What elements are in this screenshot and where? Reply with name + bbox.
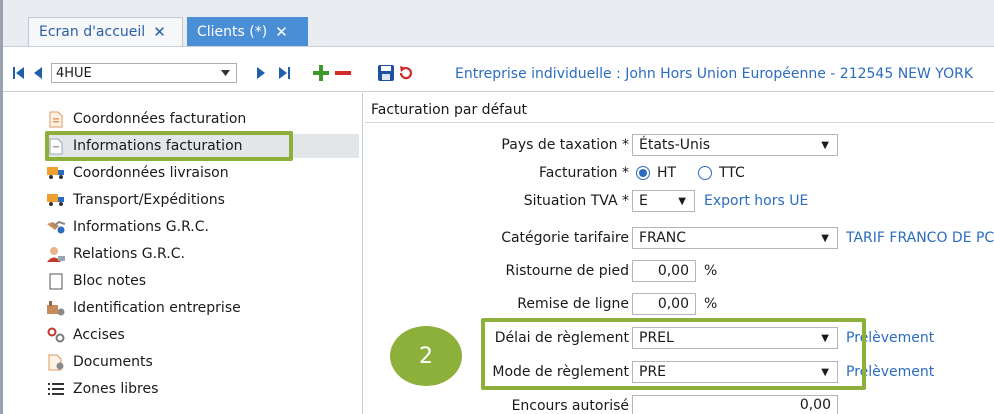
factory-icon [47, 299, 65, 317]
save-icon [378, 65, 394, 81]
tab-label: Clients (*) [197, 23, 268, 40]
sidebar-item-label: Documents [73, 354, 153, 370]
sidebar-item-bloc-notes[interactable]: Bloc notes [47, 269, 146, 293]
list-icon [47, 380, 65, 398]
ristourne-pied-input[interactable]: 0,00 [632, 260, 696, 282]
step-badge: 2 [390, 326, 462, 386]
next-icon [257, 67, 265, 79]
encours-autorise-input[interactable]: 0,00 [632, 395, 838, 414]
note-icon [47, 272, 65, 290]
next-record-button[interactable] [251, 62, 271, 84]
situation-tva-value: E [639, 193, 648, 209]
record-value: 4HUE [56, 65, 92, 81]
sidebar-item-label: Informations G.R.C. [73, 219, 209, 235]
section-title: Facturation par défaut [371, 102, 528, 118]
sidebar-item-label: Transport/Expéditions [73, 192, 225, 208]
minus-icon [335, 71, 351, 75]
remise-ligne-value: 0,00 [657, 296, 689, 312]
previous-icon [34, 67, 42, 79]
user-icon [47, 245, 65, 263]
last-record-button[interactable] [274, 62, 294, 84]
sidebar-item-label: Bloc notes [73, 273, 147, 289]
panel-divider [362, 93, 363, 414]
radio-label-ttc: TTC [719, 165, 745, 181]
first-icon [13, 67, 24, 79]
sidebar-item-accises[interactable]: Accises [47, 323, 125, 347]
situation-tva-label: Situation TVA * [523, 193, 629, 209]
close-icon[interactable]: ✕ [275, 23, 288, 41]
undo-icon [399, 66, 413, 80]
categorie-tarifaire-label: Catégorie tarifaire [501, 230, 629, 246]
chevron-down-icon: ▼ [678, 195, 686, 207]
previous-record-button[interactable] [28, 62, 48, 84]
delete-button[interactable] [333, 62, 353, 84]
remise-percent: % [704, 296, 718, 312]
tab-ecran-accueil[interactable]: Ecran d'accueil ✕ [28, 17, 183, 46]
ristourne-pied-value: 0,00 [657, 263, 689, 279]
tab-label: Ecran d'accueil [39, 24, 146, 40]
highlight-box-informations-facturation [45, 131, 293, 161]
sidebar-item-coordonnees-facturation[interactable]: Coordonnées facturation [47, 107, 246, 131]
record-selector[interactable]: 4HUE [51, 63, 237, 83]
gears-icon [47, 326, 65, 344]
sidebar-item-documents[interactable]: Documents [47, 350, 153, 374]
remise-ligne-input[interactable]: 0,00 [632, 293, 696, 315]
first-record-button[interactable] [9, 62, 29, 84]
sidebar-item-label: Zones libres [73, 381, 159, 397]
facturation-radio-ttc[interactable]: TTC [698, 165, 745, 181]
chevron-down-icon: ▼ [821, 232, 829, 244]
categorie-tarifaire-select[interactable]: FRANC ▼ [632, 227, 838, 249]
ristourne-pied-label: Ristourne de pied [505, 263, 629, 279]
save-button[interactable] [376, 62, 396, 84]
entreprise-label: Entreprise individuelle : John Hors Unio… [455, 66, 974, 82]
situation-tva-select[interactable]: E ▼ [632, 190, 695, 212]
sidebar-item-coordonnees-livraison[interactable]: Coordonnées livraison [47, 161, 229, 185]
radio-unselected-icon [698, 166, 712, 180]
sidebar-item-zones-libres[interactable]: Zones libres [47, 377, 158, 401]
radio-selected-icon [636, 166, 650, 180]
sidebar-item-label: Relations G.R.C. [73, 246, 185, 262]
categorie-tarifaire-link[interactable]: TARIF FRANCO DE PC [846, 230, 994, 246]
sidebar-item-transport-expeditions[interactable]: Transport/Expéditions [47, 188, 225, 212]
undo-button[interactable] [396, 62, 416, 84]
encours-autorise-value: 0,00 [799, 397, 831, 413]
sidebar-item-label: Coordonnées livraison [73, 165, 229, 181]
facturation-label: Facturation * [538, 165, 629, 181]
last-icon [279, 67, 290, 79]
section-divider [365, 122, 994, 123]
remise-ligne-label: Remise de ligne [517, 296, 629, 312]
sidebar-item-label: Coordonnées facturation [73, 111, 247, 127]
truck-icon [47, 191, 65, 209]
tab-bar: Ecran d'accueil ✕ Clients (*) ✕ [3, 0, 994, 47]
chevron-down-icon: ▼ [821, 139, 829, 151]
truck-icon [47, 164, 65, 182]
pays-taxation-value: États-Unis [639, 137, 711, 153]
add-button[interactable] [311, 62, 331, 84]
radio-label-ht: HT [657, 165, 677, 181]
facturation-radio-ht[interactable]: HT [636, 165, 676, 181]
document-icon [47, 110, 65, 128]
document-icon [47, 353, 65, 371]
plus-icon [313, 65, 329, 81]
sidebar-item-identification-entreprise[interactable]: Identification entreprise [47, 296, 241, 320]
pays-taxation-label: Pays de taxation * [501, 137, 629, 153]
sidebar-item-label: Identification entreprise [73, 300, 241, 316]
sidebar-item-informations-grc[interactable]: Informations G.R.C. [47, 215, 209, 239]
sidebar-item-relations-grc[interactable]: Relations G.R.C. [47, 242, 185, 266]
sidebar-item-label: Accises [73, 327, 125, 343]
pays-taxation-select[interactable]: États-Unis ▼ [632, 134, 838, 156]
handshake-icon [47, 218, 65, 236]
toolbar: 4HUE Entreprise individuelle : John Hors… [3, 57, 994, 92]
encours-autorise-label: Encours autorisé [511, 398, 629, 414]
tab-clients[interactable]: Clients (*) ✕ [187, 17, 308, 46]
ristourne-percent: % [704, 263, 718, 279]
close-icon[interactable]: ✕ [153, 23, 166, 41]
chevron-down-icon [221, 70, 230, 76]
highlight-box-reglement [481, 318, 866, 390]
situation-tva-link[interactable]: Export hors UE [704, 193, 808, 209]
categorie-tarifaire-value: FRANC [639, 230, 687, 246]
